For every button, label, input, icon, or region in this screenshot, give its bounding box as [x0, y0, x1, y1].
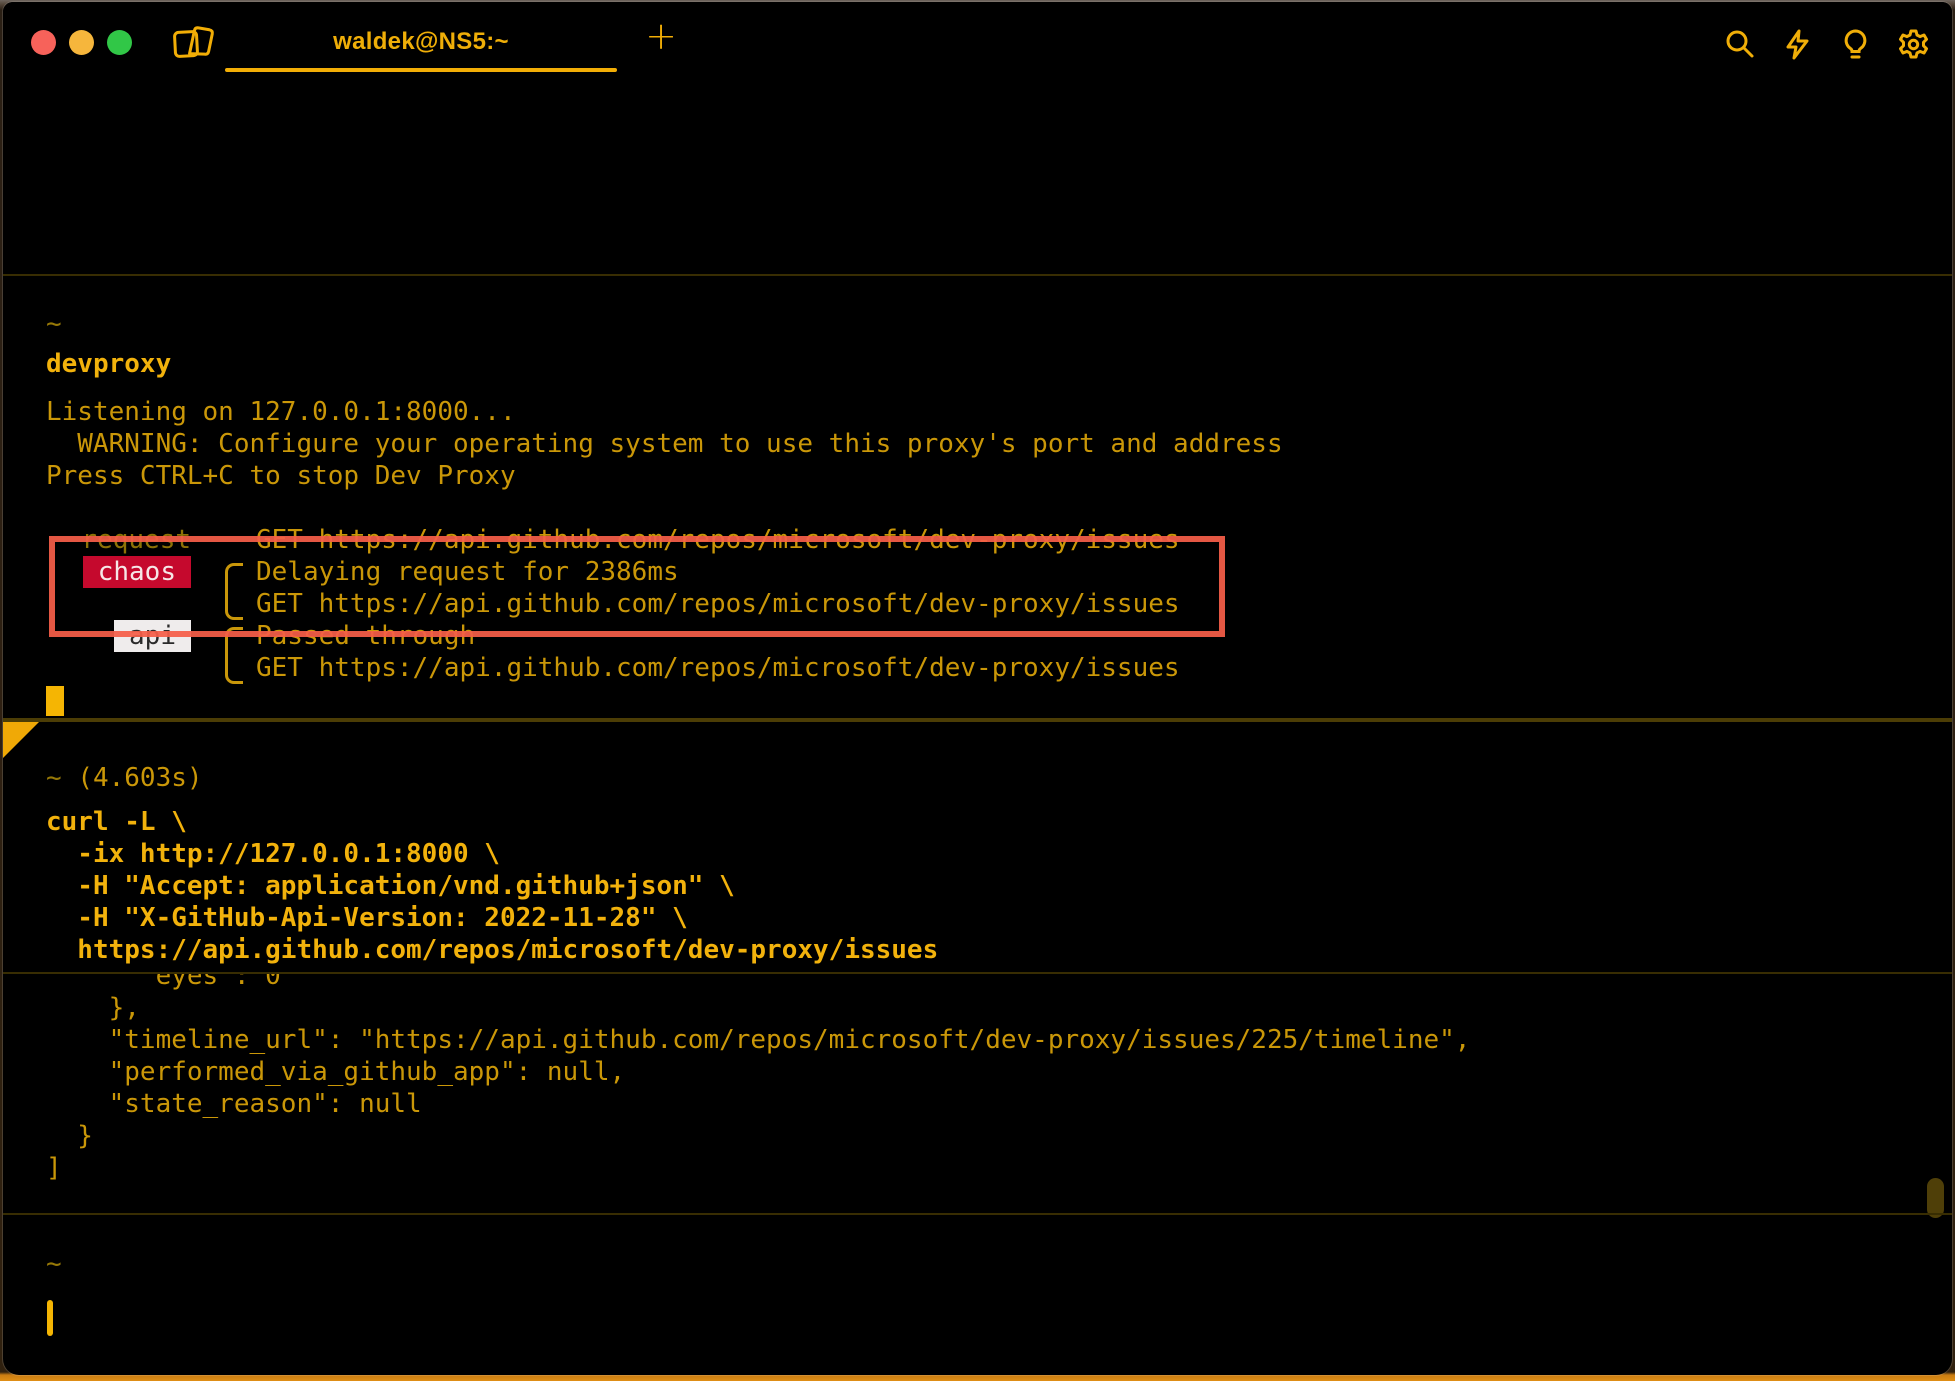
tab-bar: waldek@NS5:~ + [3, 2, 1952, 72]
curl-line-3: -H "Accept: application/vnd.github+json"… [46, 870, 735, 902]
maximize-button[interactable] [107, 30, 132, 55]
screen: waldek@NS5:~ + [0, 0, 1955, 1381]
command-duration: (4.603s) [77, 763, 202, 793]
close-button[interactable] [31, 30, 56, 55]
curl-line-1: curl -L \ [46, 806, 187, 838]
annotation-highlight-box [49, 536, 1225, 637]
bookmarks-icon[interactable] [169, 22, 215, 62]
block-divider [3, 1213, 1952, 1215]
tab-active[interactable]: waldek@NS5:~ [225, 10, 617, 72]
curl-line-5: https://api.github.com/repos/microsoft/d… [46, 934, 938, 966]
api-url: GET https://api.github.com/repos/microso… [256, 652, 1180, 684]
curl-line-4: -H "X-GitHub-Api-Version: 2022-11-28" \ [46, 902, 688, 934]
add-tab-button[interactable]: + [639, 15, 683, 59]
json-line: ] [46, 1152, 62, 1184]
prompt-with-duration: ~ (4.603s) [46, 762, 203, 794]
block-divider [3, 274, 1952, 276]
output-ctrlc: Press CTRL+C to stop Dev Proxy [46, 460, 516, 492]
gear-icon[interactable] [1897, 28, 1930, 61]
prompt-symbol: ~ [46, 763, 62, 793]
prompt-symbol: ~ [46, 308, 62, 340]
json-line: }, [46, 992, 140, 1024]
json-line: "performed_via_github_app": null, [46, 1056, 625, 1088]
json-line: "eyes": 0 [46, 974, 281, 992]
text-cursor [47, 1300, 53, 1336]
json-line: } [46, 1120, 93, 1152]
command-devproxy: devproxy [46, 348, 171, 380]
lightning-icon[interactable] [1781, 28, 1814, 61]
json-output: "eyes": 0 }, "timeline_url": "https://ap… [3, 974, 1952, 1186]
json-line: "timeline_url": "https://api.github.com/… [46, 1024, 1470, 1056]
output-warning: WARNING: Configure your operating system… [46, 428, 1283, 460]
lightbulb-icon[interactable] [1839, 28, 1872, 61]
curl-line-2: -ix http://127.0.0.1:8000 \ [46, 838, 500, 870]
output-listening: Listening on 127.0.0.1:8000... [46, 396, 516, 428]
block-cursor [46, 686, 64, 716]
terminal-window: waldek@NS5:~ + [3, 2, 1952, 1375]
tab-title: waldek@NS5:~ [333, 28, 509, 56]
fold-marker[interactable] [3, 722, 39, 758]
search-icon[interactable] [1723, 28, 1756, 61]
tab-active-underline [225, 68, 617, 72]
block-divider [3, 718, 1952, 722]
json-line: "state_reason": null [46, 1088, 422, 1120]
scrollbar-thumb[interactable] [1927, 1178, 1944, 1218]
prompt-symbol: ~ [46, 1248, 62, 1280]
minimize-button[interactable] [69, 30, 94, 55]
